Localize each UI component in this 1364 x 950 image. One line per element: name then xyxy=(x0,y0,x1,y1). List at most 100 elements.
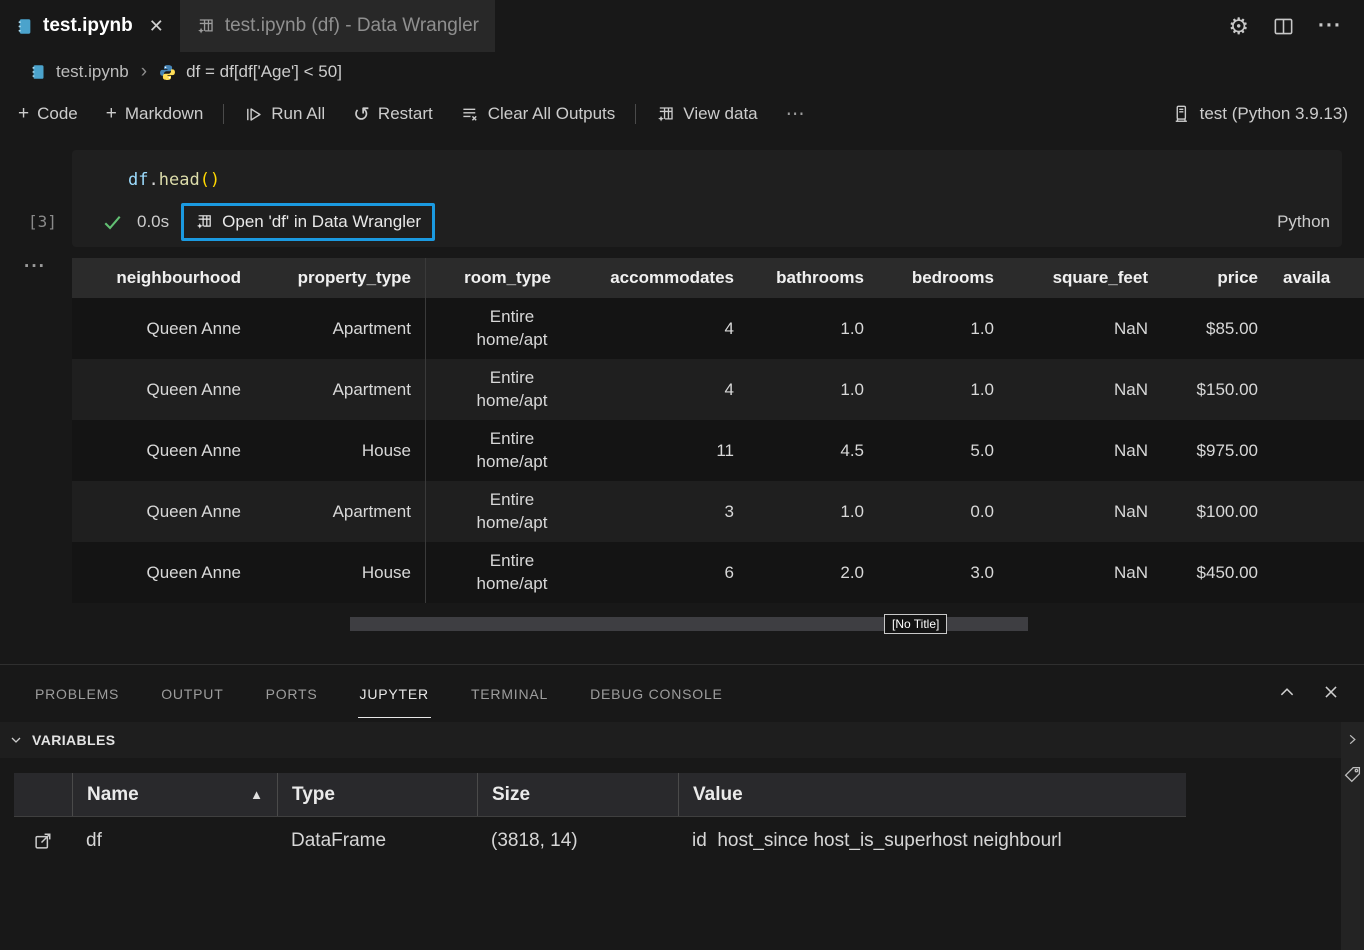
table-cell: NaN xyxy=(1008,319,1162,339)
table-cell: $450.00 xyxy=(1162,563,1272,583)
table-cell: NaN xyxy=(1008,502,1162,522)
vscode-window: test.ipynb ✕ test.ipynb (df) - Data Wran… xyxy=(0,0,1364,950)
success-check-icon xyxy=(102,212,123,233)
add-code-button[interactable]: + Code xyxy=(0,103,92,125)
table-cell: $975.00 xyxy=(1162,441,1272,461)
table-cell: 1.0 xyxy=(748,502,878,522)
panel-tab-terminal[interactable]: TERMINAL xyxy=(469,668,550,718)
table-cell: 1.0 xyxy=(878,380,1008,400)
table-cell: 1.0 xyxy=(748,380,878,400)
code-cell[interactable]: df.head() 0.0s Open 'df' in Data Wrangle… xyxy=(72,150,1342,247)
table-cell: 4 xyxy=(565,319,748,339)
variables-column-name[interactable]: Name ▲ xyxy=(72,773,277,816)
restart-label: Restart xyxy=(378,104,433,124)
table-cell: Entire home/apt xyxy=(425,298,565,359)
window-actions: ⚙ ··· xyxy=(1228,0,1364,52)
variable-row[interactable]: df DataFrame (3818, 14) id host_since ho… xyxy=(14,817,1186,864)
view-data-button[interactable]: View data xyxy=(642,104,771,124)
panel-tab-ports[interactable]: PORTS xyxy=(264,668,320,718)
view-data-label: View data xyxy=(683,104,757,124)
table-cell: Apartment xyxy=(255,502,425,522)
add-markdown-button[interactable]: + Markdown xyxy=(92,103,218,125)
panel-tab-problems[interactable]: PROBLEMS xyxy=(33,668,121,718)
tab-test-ipynb[interactable]: test.ipynb ✕ xyxy=(0,0,180,52)
panel-right-rail xyxy=(1341,722,1364,950)
table-cell: 3 xyxy=(565,502,748,522)
open-variable-icon[interactable] xyxy=(14,831,72,851)
run-all-button[interactable]: Run All xyxy=(230,104,339,124)
gear-icon[interactable]: ⚙ xyxy=(1228,13,1249,40)
breadcrumb-cell[interactable]: df = df[df['Age'] < 50] xyxy=(186,62,342,82)
cell-language-picker[interactable]: Python xyxy=(1277,212,1330,232)
table-row: Queen Anne Apartment Entire home/apt 4 1… xyxy=(72,359,1364,420)
variable-size: (3818, 14) xyxy=(477,830,678,852)
cell-code-editor[interactable]: df.head() xyxy=(128,170,220,190)
dataframe-output-table: neighbourhood property_type room_type ac… xyxy=(72,258,1364,603)
more-actions-icon[interactable]: ··· xyxy=(1318,14,1342,38)
variables-icon-column xyxy=(14,773,72,816)
clear-outputs-label: Clear All Outputs xyxy=(488,104,616,124)
data-wrangler-icon xyxy=(656,105,675,124)
chevron-up-icon[interactable] xyxy=(1278,683,1296,701)
column-header: neighbourhood xyxy=(72,268,255,288)
restart-icon: ↺ xyxy=(353,102,370,127)
output-menu-icon[interactable]: ··· xyxy=(24,256,46,278)
plus-icon: + xyxy=(18,103,29,125)
restart-button[interactable]: ↺ Restart xyxy=(339,102,447,127)
notebook-icon xyxy=(16,18,33,35)
open-in-data-wrangler-button[interactable]: Open 'df' in Data Wrangler xyxy=(181,203,435,241)
table-cell: NaN xyxy=(1008,563,1162,583)
variables-column-type[interactable]: Type xyxy=(277,773,477,816)
editor-tab-bar: test.ipynb ✕ test.ipynb (df) - Data Wran… xyxy=(0,0,1364,52)
add-markdown-label: Markdown xyxy=(125,104,203,124)
panel-tab-jupyter[interactable]: JUPYTER xyxy=(358,668,431,718)
code-token-method: head xyxy=(159,170,200,190)
column-header: square_feet xyxy=(1008,268,1162,288)
tab-label: test.ipynb xyxy=(43,15,133,37)
table-cell: 5.0 xyxy=(878,441,1008,461)
kernel-icon xyxy=(1171,104,1191,124)
python-icon xyxy=(159,64,176,81)
run-all-icon xyxy=(244,105,263,124)
table-cell: Queen Anne xyxy=(72,441,255,461)
kernel-label: test (Python 3.9.13) xyxy=(1200,104,1348,124)
table-cell: House xyxy=(255,563,425,583)
close-icon[interactable]: ✕ xyxy=(149,16,164,37)
variables-column-size[interactable]: Size xyxy=(477,773,678,816)
table-cell: Queen Anne xyxy=(72,563,255,583)
panel-tab-output[interactable]: OUTPUT xyxy=(159,668,225,718)
breadcrumb: test.ipynb › df = df[df['Age'] < 50] xyxy=(0,52,1364,92)
variable-name: df xyxy=(72,830,277,852)
variables-title: VARIABLES xyxy=(32,732,115,748)
variables-column-value[interactable]: Value xyxy=(678,773,1186,816)
table-cell: 1.0 xyxy=(878,319,1008,339)
table-cell: Queen Anne xyxy=(72,380,255,400)
panel-tab-bar: PROBLEMS OUTPUT PORTS JUPYTER TERMINAL D… xyxy=(0,665,1364,721)
tab-data-wrangler[interactable]: test.ipynb (df) - Data Wrangler xyxy=(180,0,495,52)
table-cell: 3.0 xyxy=(878,563,1008,583)
sort-ascending-icon: ▲ xyxy=(250,787,263,802)
table-cell: Entire home/apt xyxy=(425,420,565,481)
chevron-right-icon[interactable] xyxy=(1345,732,1360,747)
breadcrumb-file[interactable]: test.ipynb xyxy=(56,62,129,82)
kernel-picker[interactable]: test (Python 3.9.13) xyxy=(1171,104,1364,124)
table-cell: Apartment xyxy=(255,380,425,400)
add-code-label: Code xyxy=(37,104,78,124)
run-all-label: Run All xyxy=(271,104,325,124)
table-cell: 0.0 xyxy=(878,502,1008,522)
open-in-data-wrangler-label: Open 'df' in Data Wrangler xyxy=(222,212,421,232)
toolbar-more-button[interactable]: ⋯ xyxy=(772,103,819,126)
split-editor-icon[interactable] xyxy=(1273,16,1294,37)
table-row: Queen Anne House Entire home/apt 6 2.0 3… xyxy=(72,542,1364,603)
clear-outputs-button[interactable]: Clear All Outputs xyxy=(447,104,630,124)
variables-table: Name ▲ Type Size Value df DataFrame xyxy=(14,773,1186,864)
panel-tab-debug-console[interactable]: DEBUG CONSOLE xyxy=(588,668,725,718)
table-cell: 6 xyxy=(565,563,748,583)
tag-icon[interactable] xyxy=(1343,765,1362,784)
variables-section-header[interactable]: VARIABLES xyxy=(0,722,1348,758)
column-header: property_type xyxy=(255,268,425,288)
table-row: Queen Anne Apartment Entire home/apt 3 1… xyxy=(72,481,1364,542)
column-header: availa xyxy=(1272,268,1364,288)
close-panel-icon[interactable] xyxy=(1322,683,1340,701)
column-header: accommodates xyxy=(565,268,748,288)
